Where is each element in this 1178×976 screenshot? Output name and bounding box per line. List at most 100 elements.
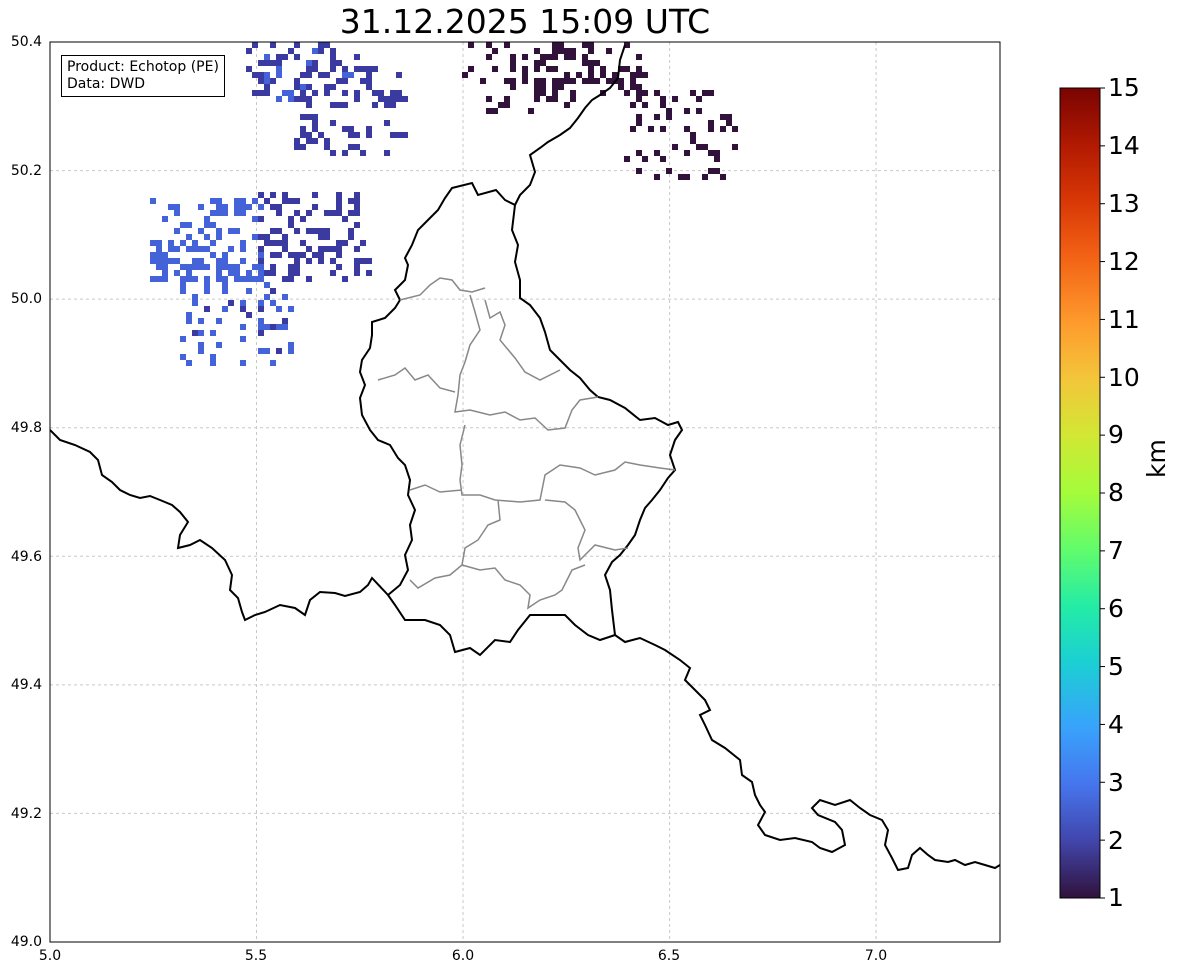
echo-pixel <box>312 192 318 198</box>
echo-pixel <box>330 60 336 66</box>
echo-pixel <box>546 66 552 72</box>
echo-pixel <box>258 234 264 240</box>
echo-pixel <box>312 138 318 144</box>
echo-pixel <box>234 228 240 234</box>
echo-pixel <box>552 90 558 96</box>
echo-pixel <box>522 78 528 84</box>
echo-pixel <box>570 48 576 54</box>
echo-pixel <box>222 264 228 270</box>
echo-pixel <box>300 216 306 222</box>
echo-pixel <box>294 198 300 204</box>
echo-pixel <box>354 246 360 252</box>
map-canvas <box>49 41 1105 943</box>
echo-pixel <box>330 150 336 156</box>
echo-pixel <box>294 96 300 102</box>
echo-pixel <box>666 114 672 120</box>
echo-pixel <box>366 66 372 72</box>
echo-pixel <box>384 150 390 156</box>
echo-pixel <box>390 102 396 108</box>
echo-pixel <box>252 234 258 240</box>
echo-pixel <box>282 234 288 240</box>
colorbar-tick-marks <box>1100 87 1105 899</box>
echo-pixel <box>258 216 264 222</box>
echo-pixel <box>654 150 660 156</box>
echo-pixel <box>552 42 558 48</box>
echo-pixel <box>702 90 708 96</box>
echo-pixel <box>600 72 606 78</box>
product-label: Product: Echotop (PE) <box>67 59 219 75</box>
echo-pixel <box>330 66 336 72</box>
echo-pixel <box>258 330 264 336</box>
echo-pixel <box>360 150 366 156</box>
echo-pixel <box>234 198 240 204</box>
echo-pixel <box>630 84 636 90</box>
echo-pixel <box>588 78 594 84</box>
echo-pixel <box>684 108 690 114</box>
echo-pixel <box>276 348 282 354</box>
colorbar <box>1059 87 1101 899</box>
echo-pixel <box>192 300 198 306</box>
echo-pixel <box>714 168 720 174</box>
echo-pixel <box>258 348 264 354</box>
y-tick-label: 49.2 <box>10 806 42 822</box>
echo-pixel <box>306 258 312 264</box>
echo-pixel <box>270 204 276 210</box>
echo-pixel <box>606 48 612 54</box>
echo-pixel <box>324 210 330 216</box>
echo-pixel <box>630 102 636 108</box>
echo-pixel <box>732 126 738 132</box>
echo-pixel <box>300 144 306 150</box>
echo-pixel <box>180 336 186 342</box>
echo-pixel <box>648 126 654 132</box>
echo-pixel <box>282 276 288 282</box>
echo-pixel <box>246 66 252 72</box>
echo-pixel <box>318 72 324 78</box>
echo-pixel <box>210 198 216 204</box>
echo-pixel <box>324 246 330 252</box>
echo-pixel <box>198 342 204 348</box>
echo-pixel <box>258 192 264 198</box>
echo-pixel <box>300 114 306 120</box>
echo-pixel <box>222 282 228 288</box>
echo-pixel <box>318 252 324 258</box>
echo-pixel <box>216 270 222 276</box>
echo-pixel <box>336 102 342 108</box>
echo-pixel <box>306 72 312 78</box>
echo-pixel <box>174 246 180 252</box>
colorbar-tick-label: 2 <box>1108 826 1124 855</box>
echo-pixel <box>318 132 324 138</box>
echo-pixel <box>396 132 402 138</box>
echo-pixel <box>390 96 396 102</box>
echo-pixel <box>204 306 210 312</box>
echo-pixel <box>588 66 594 72</box>
echo-pixel <box>294 42 300 48</box>
echo-pixel <box>204 222 210 228</box>
echo-pixel <box>216 342 222 348</box>
echo-pixel <box>246 204 252 210</box>
colorbar-tick-label: 7 <box>1108 536 1124 565</box>
colorbar-unit-label: km <box>1142 439 1171 478</box>
echo-pixel <box>246 270 252 276</box>
echo-pixel <box>264 282 270 288</box>
echo-pixel <box>264 72 270 78</box>
echo-pixel <box>210 252 216 258</box>
echo-pixel <box>366 132 372 138</box>
echo-pixel <box>180 288 186 294</box>
echo-pixel <box>354 132 360 138</box>
echo-pixel <box>498 102 504 108</box>
echo-pixel <box>252 198 258 204</box>
echo-pixel <box>192 276 198 282</box>
echo-pixel <box>732 144 738 150</box>
echo-pixel <box>714 156 720 162</box>
echo-pixel <box>270 324 276 330</box>
echo-pixel <box>300 252 306 258</box>
echo-pixel <box>378 96 384 102</box>
echo-pixel <box>540 90 546 96</box>
echo-pixel <box>558 84 564 90</box>
echo-pixel <box>330 210 336 216</box>
echo-pixel <box>720 126 726 132</box>
y-tick-label: 49.8 <box>10 420 42 436</box>
echo-pixel <box>300 126 306 132</box>
echo-pixel <box>468 42 474 48</box>
echo-pixel <box>186 270 192 276</box>
